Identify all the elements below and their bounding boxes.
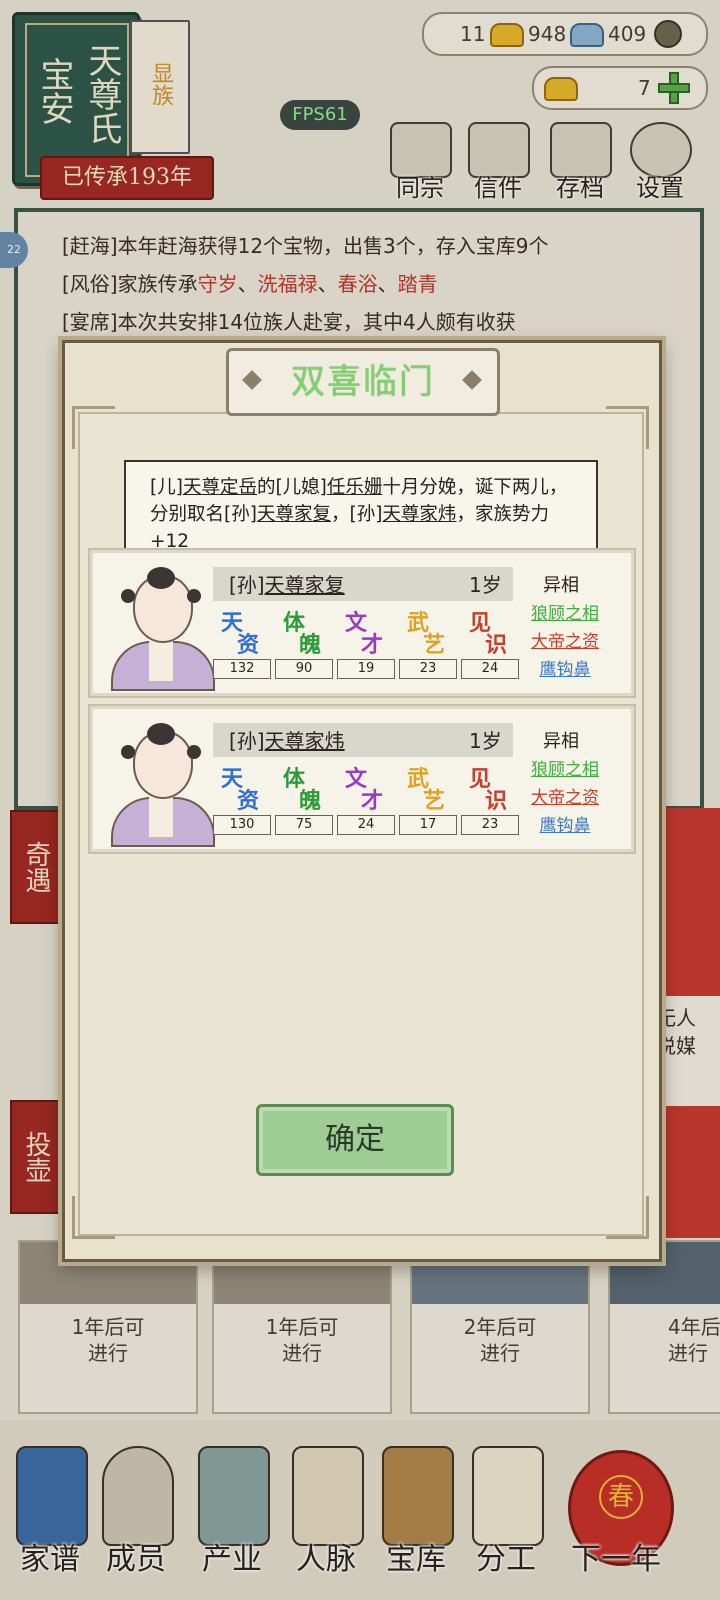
modal-title-plate: 双喜临门 — [226, 348, 500, 416]
child-1-hair — [147, 567, 175, 589]
stat-martial-char2: 艺 — [423, 788, 446, 814]
stat-physique-char2: 魄 — [299, 788, 322, 814]
child-1-literacy-value: 19 — [337, 659, 395, 679]
child-2-insight-value: 23 — [461, 815, 519, 835]
child-1-aptitude-value: 132 — [213, 659, 271, 679]
event-part-1: [儿] — [150, 477, 183, 498]
child-2-trait-header: 异相 — [543, 731, 579, 752]
event-part-6: ， — [330, 504, 350, 525]
child-1-name-text: 天尊家复 — [264, 573, 345, 597]
modal-title: 双喜临门 — [291, 362, 435, 402]
stat-literacy-char2: 才 — [361, 632, 384, 658]
event-description: [儿]天尊定岳的[儿媳]任乐姗十月分娩，诞下两儿，分别取名[孙]天尊家复，[孙]… — [150, 474, 578, 555]
stat-literacy-label: 文才 — [337, 761, 393, 814]
frame-corner-tr — [606, 406, 649, 449]
stat-insight-label: 见识 — [461, 605, 517, 658]
child-2-martial-value: 17 — [399, 815, 457, 835]
child-2-aptitude-value: 130 — [213, 815, 271, 835]
child1-name-link[interactable]: 天尊家复 — [257, 504, 331, 525]
child-2-literacy-value: 24 — [337, 815, 395, 835]
child-2-collar — [149, 797, 173, 837]
event-description-box: [儿]天尊定岳的[儿媳]任乐姗十月分娩，诞下两儿，分别取名[孙]天尊家复，[孙]… — [124, 460, 598, 554]
event-part-7: [孙] — [349, 504, 383, 525]
mother-name-link[interactable]: 任乐姗 — [327, 477, 383, 498]
child-2-trait-1[interactable]: 狼顾之相 — [525, 755, 605, 780]
stat-physique-label: 体魄 — [275, 605, 331, 658]
child-1-hair-bun-left — [121, 589, 135, 603]
child2-name-link[interactable]: 天尊家炜 — [382, 504, 456, 525]
stat-physique-char2: 魄 — [299, 632, 322, 658]
stat-martial-char2: 艺 — [423, 632, 446, 658]
child-1-trait-header: 异相 — [543, 575, 579, 596]
father-name-link[interactable]: 天尊定岳 — [183, 477, 257, 498]
event-part-3: [儿媳] — [275, 477, 327, 498]
child-2-name[interactable]: [孙]天尊家炜 — [229, 725, 345, 754]
child-1-avatar — [111, 565, 215, 691]
child-1-age: 1岁 — [469, 573, 502, 597]
stat-aptitude-label: 天资 — [213, 761, 269, 814]
event-part-2: 的 — [256, 477, 276, 498]
child-card-2[interactable]: [孙]天尊家炜 1岁 天资 体魄 文才 武艺 见识 130 75 24 17 2… — [88, 704, 636, 854]
child-1-trait-3[interactable]: 鹰钩鼻 — [525, 655, 605, 680]
child-1-hair-bun-right — [187, 589, 201, 603]
child-2-hair — [147, 723, 175, 745]
child-1-martial-value: 23 — [399, 659, 457, 679]
child-card-1[interactable]: [孙]天尊家复 1岁 天资 体魄 文才 武艺 见识 132 90 19 23 2… — [88, 548, 636, 698]
child-2-name-text: 天尊家炜 — [264, 729, 345, 753]
child-2-prefix: [孙] — [229, 729, 265, 753]
child-2-age: 1岁 — [469, 729, 502, 753]
stat-aptitude-char2: 资 — [237, 632, 260, 658]
frame-corner-tl — [72, 406, 115, 449]
child-2-physique-value: 75 — [275, 815, 333, 835]
stat-martial-label: 武艺 — [399, 605, 455, 658]
child-1-name[interactable]: [孙]天尊家复 — [229, 569, 345, 598]
stat-insight-char2: 识 — [485, 788, 508, 814]
frame-corner-br — [606, 1196, 649, 1239]
stat-aptitude-char2: 资 — [237, 788, 260, 814]
stat-physique-label: 体魄 — [275, 761, 331, 814]
stat-literacy-label: 文才 — [337, 605, 393, 658]
child-1-collar — [149, 641, 173, 681]
stat-martial-label: 武艺 — [399, 761, 455, 814]
event-part-5: [孙] — [224, 504, 257, 525]
child-1-trait-2[interactable]: 大帝之资 — [525, 627, 605, 652]
child-2-trait-2[interactable]: 大帝之资 — [525, 783, 605, 808]
frame-corner-bl — [72, 1196, 115, 1239]
stat-insight-label: 见识 — [461, 761, 517, 814]
stat-literacy-char2: 才 — [361, 788, 384, 814]
child-2-hair-bun-right — [187, 745, 201, 759]
confirm-button[interactable]: 确定 — [256, 1104, 454, 1176]
child-1-physique-value: 90 — [275, 659, 333, 679]
stat-aptitude-label: 天资 — [213, 605, 269, 658]
child-2-trait-3[interactable]: 鹰钩鼻 — [525, 811, 605, 836]
child-2-avatar — [111, 721, 215, 847]
child-1-insight-value: 24 — [461, 659, 519, 679]
confirm-button-label: 确定 — [325, 1122, 385, 1157]
child-2-hair-bun-left — [121, 745, 135, 759]
child-1-trait-1[interactable]: 狼顾之相 — [525, 599, 605, 624]
child-1-prefix: [孙] — [229, 573, 265, 597]
stat-insight-char2: 识 — [485, 632, 508, 658]
